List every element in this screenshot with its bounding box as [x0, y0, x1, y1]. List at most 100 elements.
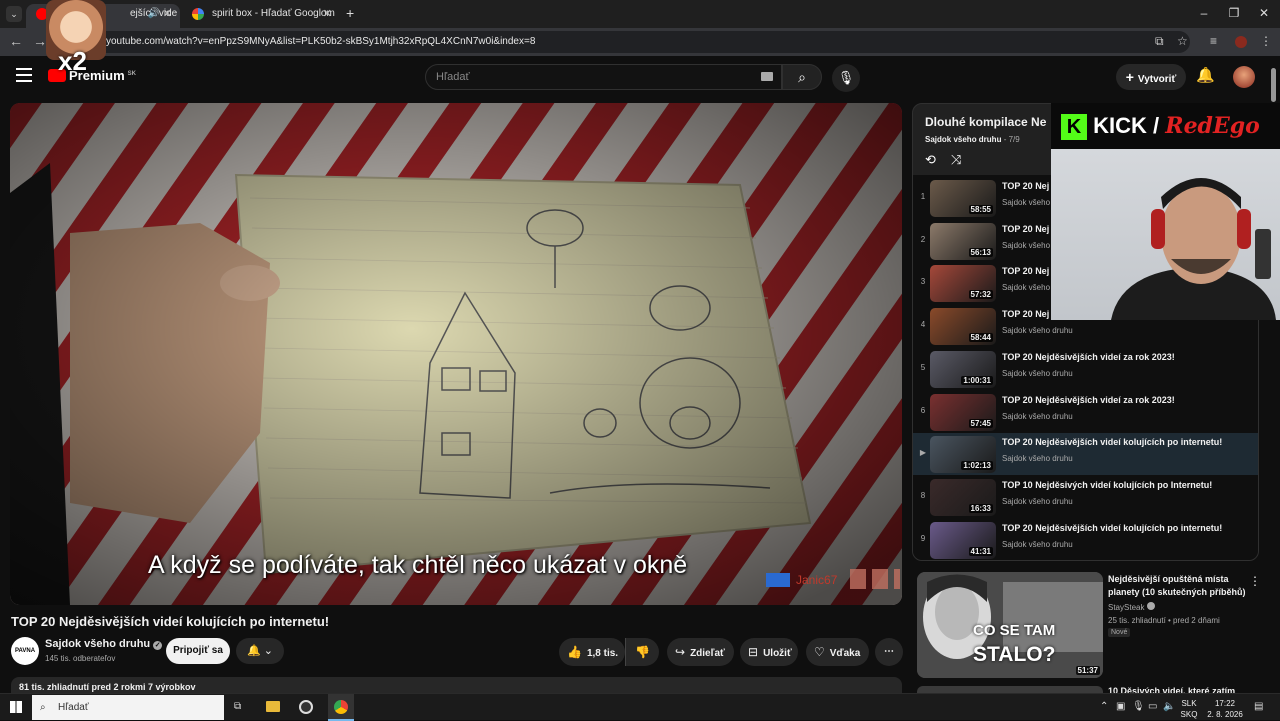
join-button[interactable]: Pripojiť sa — [166, 638, 230, 664]
language-indicator[interactable]: SLK SKQ — [1178, 698, 1200, 720]
playlist-item-thumbnail[interactable]: 1:00:31 — [930, 350, 996, 388]
media-control-icon[interactable]: ≡ — [1210, 34, 1217, 48]
url-field[interactable]: youtube.com/watch?v=enPpzS9MNyA&list=PLK… — [60, 31, 1190, 53]
browser-menu-icon[interactable]: ⋮ — [1260, 34, 1272, 48]
playlist-item-thumbnail[interactable]: 57:45 — [930, 393, 996, 431]
playlist-item[interactable]: 9 41:31 TOP 20 Nejděsivějších videí kolují… — [913, 519, 1258, 560]
file-explorer-icon[interactable] — [266, 701, 280, 712]
more-actions-button[interactable]: ⋯ — [875, 638, 903, 666]
next-recommendation-thumbnail[interactable] — [917, 686, 1103, 693]
video-player[interactable]: A když se podíváte, tak chtěl něco ukáza… — [10, 103, 902, 605]
search-input[interactable]: Hľadať — [425, 64, 782, 90]
playlist-item-channel[interactable]: Sajdok všeho druhu — [1002, 369, 1073, 378]
verified-icon — [1146, 602, 1155, 610]
shuffle-icon[interactable]: ⤨ — [951, 152, 961, 168]
account-avatar[interactable] — [1233, 66, 1255, 88]
dislike-button[interactable]: 👎 — [625, 638, 659, 666]
recommendation-thumbnail[interactable]: CO SE TAM STALO? 51:37 — [917, 572, 1103, 678]
playlist-item-title[interactable]: TOP 20 Nejděsivějších videí za rok 2023! — [1002, 395, 1175, 405]
recommendation-menu-icon[interactable]: ⋮ — [1249, 574, 1261, 588]
playlist-item-channel[interactable]: Sajdok všeho druhu — [1002, 412, 1073, 421]
playlist-item-channel[interactable]: Sajdok všeho druhu — [1002, 326, 1073, 335]
playlist-item-title[interactable]: TOP 20 Nejděsivějších videí za rok 2023! — [1002, 352, 1175, 362]
playlist-item-title[interactable]: TOP 20 Nej — [1002, 266, 1049, 276]
bookmark-star-icon[interactable]: ☆ — [1177, 34, 1188, 48]
playlist-item-index: 8 — [920, 490, 926, 500]
playlist-item[interactable]: 5 1:00:31 TOP 20 Nejděsivějších videí za r… — [913, 348, 1258, 390]
share-button[interactable]: ↪ Zdieľať — [667, 638, 734, 666]
recommendation-title[interactable]: Nejděsivější opuštěná místa planety (10 … — [1108, 573, 1248, 599]
network-icon[interactable]: ▭ — [1148, 701, 1157, 712]
notification-center-icon[interactable]: ▤ — [1254, 701, 1263, 712]
playlist-item-thumbnail[interactable]: 57:32 — [930, 265, 996, 303]
volume-icon[interactable]: 🔈 — [1163, 701, 1175, 712]
minimize-button[interactable]: ‒ — [1194, 6, 1214, 20]
playlist-item-channel[interactable]: Sajdok všeho druhu — [1002, 454, 1073, 463]
google-favicon-icon — [192, 8, 204, 20]
playlist-item-title[interactable]: TOP 20 Nejděsivějších videí kolujících p… — [1002, 437, 1222, 447]
description-meta: 81 tis. zhliadnutí pred 2 rokmi 7 výrobk… — [19, 682, 196, 692]
playlist-item-thumbnail[interactable]: 16:33 — [930, 478, 996, 516]
show-hidden-icons[interactable]: ⌃ — [1100, 701, 1108, 712]
playlist-item-index: 2 — [920, 234, 926, 244]
playlist-item-thumbnail[interactable]: 41:31 — [930, 521, 996, 559]
playlist-item-title[interactable]: TOP 20 Nejděsivějších videí kolujících p… — [1002, 523, 1222, 533]
back-icon[interactable]: ← — [9, 33, 23, 49]
subscribe-bell-button[interactable]: 🔔 ⌄ — [236, 638, 284, 664]
tab-search-icon[interactable]: ⌄ — [6, 6, 22, 22]
playlist-item[interactable]: ▶ 1:02:13 TOP 20 Nejděsivějších videí kolu… — [913, 433, 1258, 476]
playlist-position: - 7/9 — [1001, 135, 1020, 144]
profile-icon[interactable] — [1235, 36, 1247, 48]
windows-start-icon[interactable] — [10, 701, 22, 713]
create-button[interactable]: + Vytvoriť — [1116, 64, 1186, 90]
multiplier-label: x2 — [58, 46, 87, 76]
loop-icon[interactable]: ⟲ — [925, 152, 936, 168]
microphone-tray-icon[interactable]: 🎙 — [1132, 701, 1145, 712]
keyboard-icon[interactable] — [761, 72, 773, 81]
new-tab-button[interactable]: + — [346, 5, 354, 21]
playlist-title[interactable]: Dlouhé kompilace Ne — [925, 115, 1046, 129]
playlist-item-thumbnail[interactable]: 58:44 — [930, 308, 996, 346]
playlist-item[interactable]: 8 16:33 TOP 10 Nejděsivých videí kolujícíc… — [913, 476, 1258, 518]
playlist-item-title[interactable]: TOP 20 Nej — [1002, 309, 1049, 319]
close-window-button[interactable]: ✕ — [1254, 6, 1274, 20]
kick-label: KICK — [1093, 113, 1147, 138]
like-button[interactable]: 👍 1,8 tis. — [559, 638, 625, 666]
playlist-item[interactable]: 6 57:45 TOP 20 Nejděsivějších videí za rok… — [913, 391, 1258, 433]
create-label: Vytvoriť — [1137, 74, 1177, 85]
tray-app-icon[interactable]: ▣ — [1116, 701, 1125, 712]
close-tab-icon[interactable]: ✕ — [323, 4, 332, 24]
page-scrollbar[interactable] — [1271, 68, 1276, 102]
chrome-icon[interactable] — [328, 694, 354, 721]
playlist-item-index: 9 — [920, 533, 926, 543]
thanks-button[interactable]: ♡ Vďaka — [806, 638, 869, 666]
clock[interactable]: 17:22 2. 8. 2026 — [1204, 698, 1246, 720]
close-tab-icon[interactable]: ✕ — [163, 4, 172, 24]
task-view-icon[interactable]: ⧉ — [234, 701, 241, 712]
install-app-icon[interactable]: ⧉ — [1155, 34, 1164, 49]
playlist-owner[interactable]: Sajdok všeho druhu — [925, 135, 1001, 144]
channel-avatar[interactable]: PAVNA — [11, 637, 39, 665]
playlist-item-channel[interactable]: Sajdok všeho druhu — [1002, 540, 1073, 549]
playlist-item-channel[interactable]: Sajdok všeho druhu — [1002, 497, 1073, 506]
playlist-item-thumbnail[interactable]: 58:55 — [930, 180, 996, 217]
forward-icon[interactable]: → — [33, 33, 47, 49]
playlist-item-title[interactable]: TOP 20 Nej — [1002, 224, 1049, 234]
search-button[interactable]: ⌕ — [782, 64, 822, 90]
playlist-item-title[interactable]: TOP 20 Nej — [1002, 181, 1049, 191]
playlist-item-title[interactable]: TOP 10 Nejděsivých videí kolujících po I… — [1002, 480, 1212, 490]
channel-name[interactable]: Sajdok všeho druhu ✓ — [45, 638, 163, 650]
playlist-item-index: ▶ — [919, 448, 927, 458]
notifications-bell-icon[interactable]: 🔔 — [1196, 66, 1215, 84]
obs-icon[interactable] — [299, 700, 313, 714]
taskbar-search-input[interactable]: ⌕ Hľadať — [32, 695, 224, 720]
save-button[interactable]: ⊟ Uložiť — [740, 638, 798, 666]
playlist-item-thumbnail[interactable]: 1:02:13 — [930, 436, 996, 474]
playlist-item-thumbnail[interactable]: 56:13 — [930, 222, 996, 260]
voice-search-button[interactable]: 🎙 — [832, 64, 860, 92]
restore-button[interactable]: ❐ — [1224, 6, 1244, 20]
hamburger-menu-icon[interactable] — [16, 68, 32, 82]
tab-google[interactable]: spirit box - Hľadať Googlom ✕ — [182, 4, 340, 28]
recommendation-channel[interactable]: StaySteak — [1108, 602, 1155, 612]
windows-taskbar: ⌕ Hľadať ⧉ ⌃ ▣ 🎙 ▭ 🔈 SLK SKQ 17:22 2. 8. 20… — [0, 693, 1280, 721]
